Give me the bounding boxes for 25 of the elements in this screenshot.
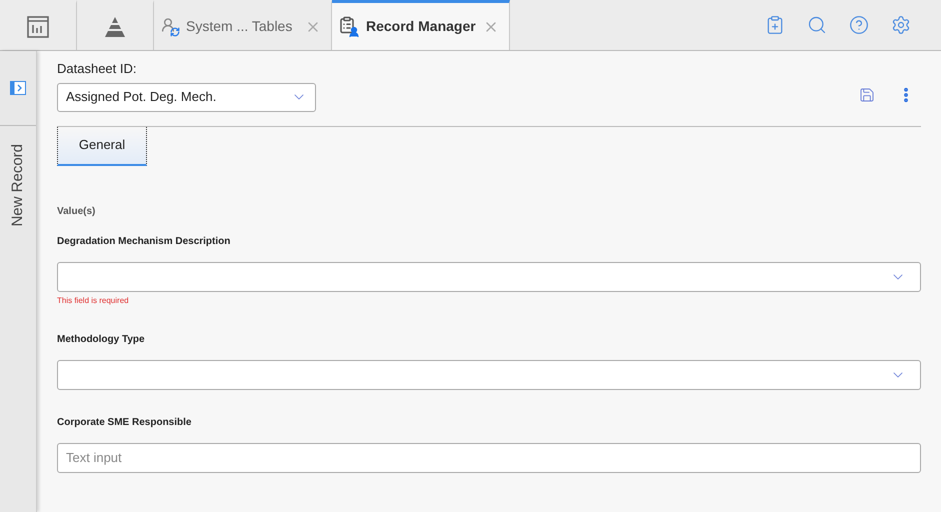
field-label: Degradation Mechanism Description xyxy=(57,234,232,248)
clipboard-user-icon xyxy=(338,16,360,38)
text-field[interactable]: Text input xyxy=(57,442,921,472)
dropdown-field[interactable] xyxy=(57,262,921,292)
tab-label: Record Manager xyxy=(366,17,477,36)
section-tab[interactable]: General xyxy=(57,126,147,166)
field-label: Corporate SME Responsible xyxy=(57,416,192,430)
field-label: Methodology Type xyxy=(57,332,146,346)
pyramid-icon xyxy=(103,16,127,38)
search-icon[interactable] xyxy=(807,15,827,35)
dropdown-field[interactable] xyxy=(57,360,921,390)
sidebar-tab-label[interactable]: New Record xyxy=(6,144,30,227)
add-record-icon[interactable] xyxy=(765,15,785,35)
error-message: This field is required xyxy=(57,294,130,306)
save-icon[interactable] xyxy=(859,86,875,102)
datasheet-dropdown[interactable]: Assigned Pot. Deg. Mech. xyxy=(57,82,316,112)
datasheet-label: Datasheet ID: xyxy=(57,60,138,78)
chart-window-icon xyxy=(27,16,49,38)
tab-label: System ... Tables xyxy=(186,17,294,36)
expand-panel-icon[interactable] xyxy=(10,81,26,95)
settings-icon[interactable] xyxy=(891,15,911,35)
section-title: Value(s) xyxy=(57,204,96,218)
help-icon[interactable] xyxy=(849,15,869,35)
app-tab[interactable]: Record Manager xyxy=(332,0,510,50)
user-sync-icon xyxy=(160,16,180,36)
